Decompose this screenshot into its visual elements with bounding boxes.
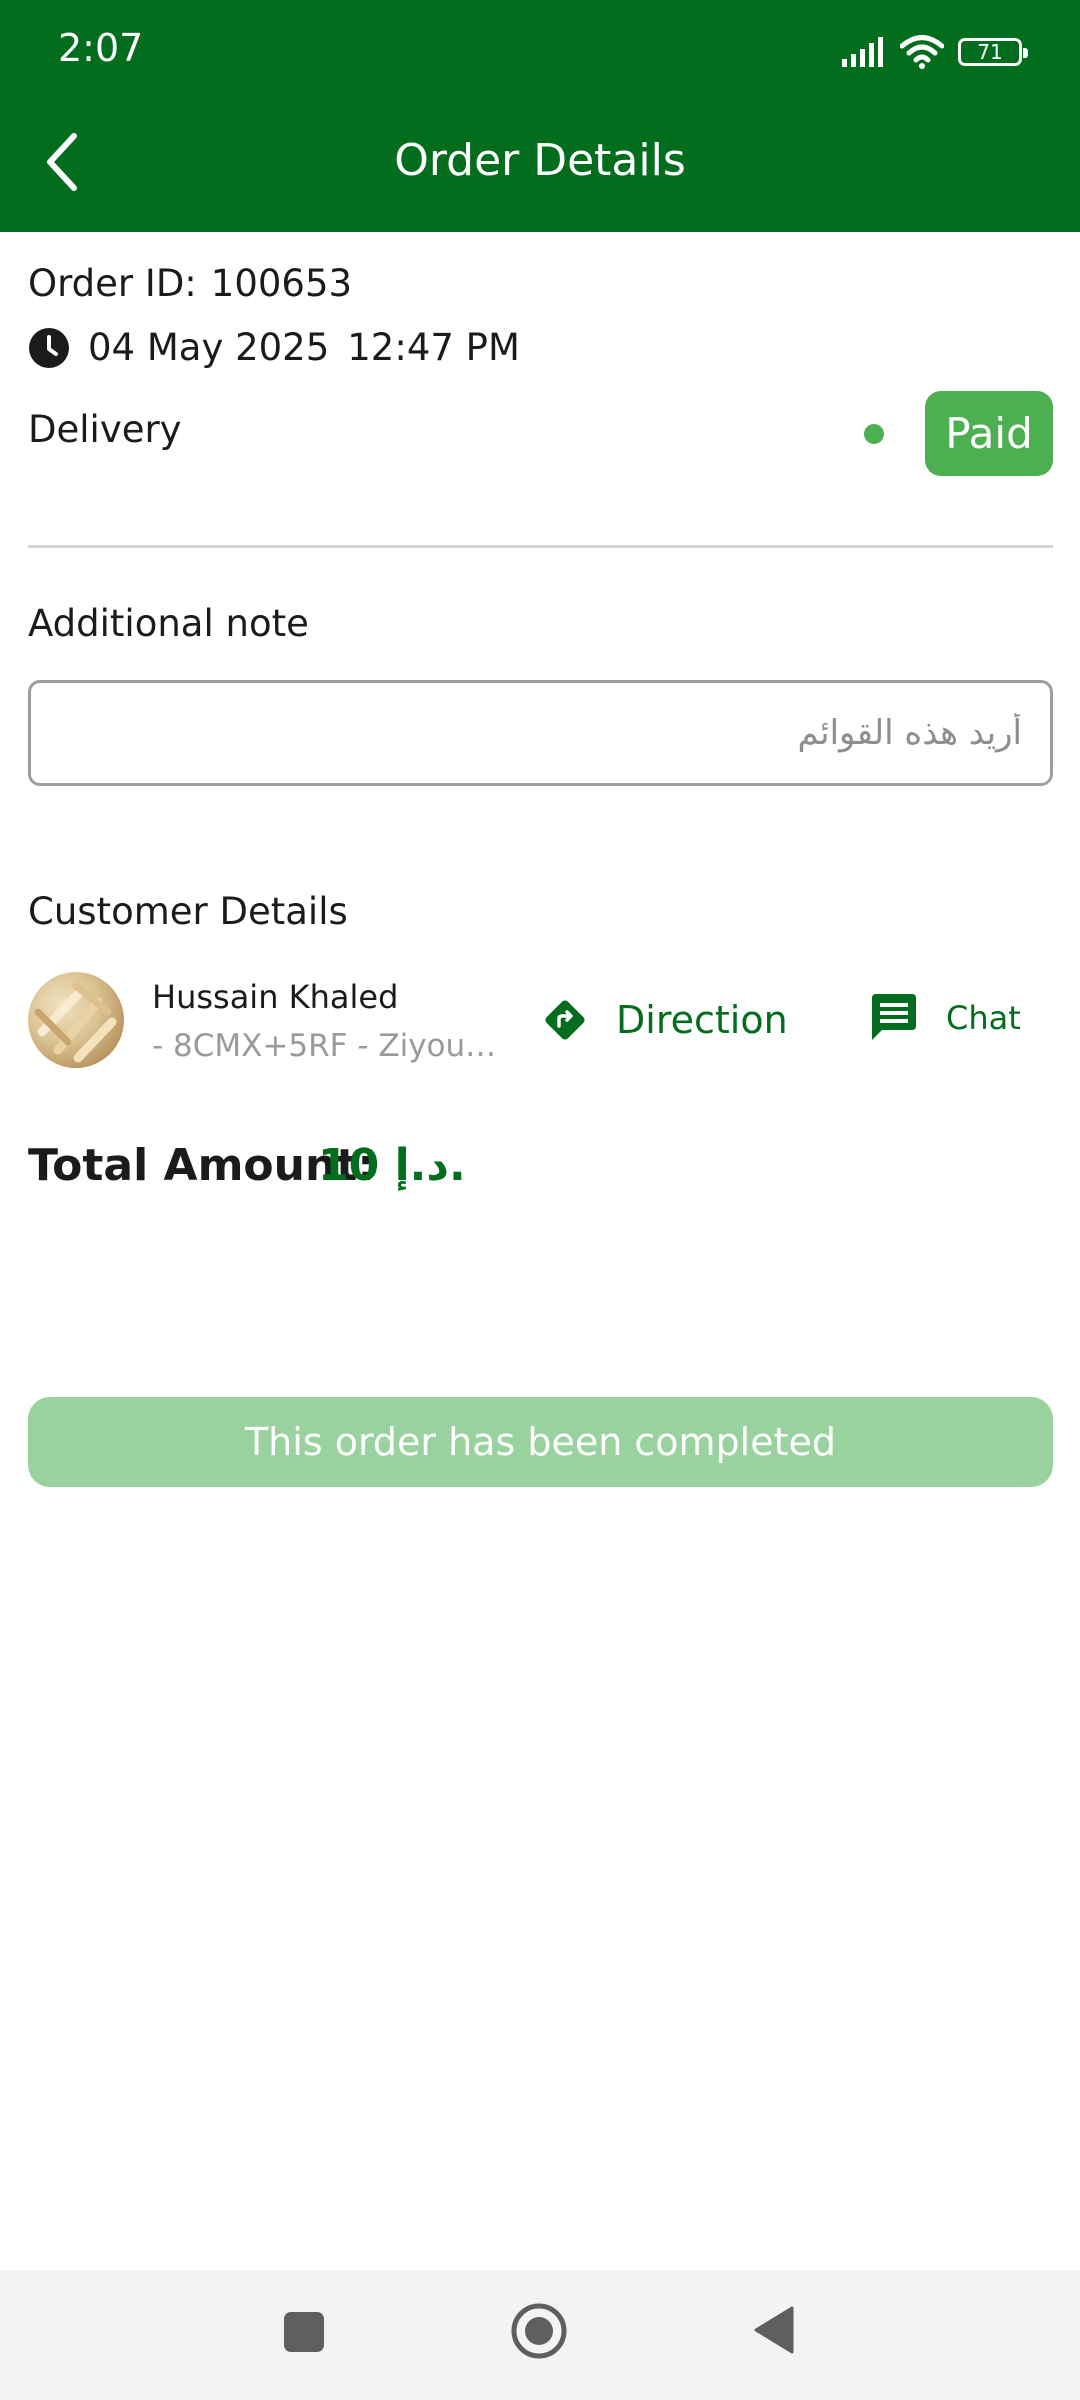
wifi-icon (900, 35, 944, 69)
divider (28, 545, 1053, 548)
page-title: Order Details (394, 135, 686, 186)
direction-label: Direction (616, 998, 788, 1042)
battery-icon: 71 (958, 38, 1028, 66)
home-button[interactable] (510, 2302, 568, 2360)
status-dot (864, 424, 884, 444)
chat-label: Chat (946, 999, 1021, 1037)
additional-note-input[interactable] (28, 680, 1053, 786)
pasta-photo (34, 982, 117, 1063)
order-completed-button[interactable]: This order has been completed (28, 1397, 1053, 1487)
system-back-button[interactable] (754, 2306, 794, 2354)
direction-button[interactable]: Direction (540, 995, 788, 1045)
order-datetime: 04 May 2025 12:47 PM (28, 326, 520, 369)
customer-name: Hussain Khaled (152, 978, 399, 1016)
recents-button[interactable] (284, 2312, 324, 2352)
order-type: Delivery (28, 408, 182, 451)
customer-address: - 8CMX+5RF - Ziyouna... (152, 1028, 512, 1064)
order-id-value: 100653 (210, 262, 353, 305)
chat-icon (872, 994, 916, 1040)
status-icons: 71 (842, 30, 1028, 74)
order-time: 12:47 PM (347, 326, 520, 369)
order-id: Order ID: 100653 (28, 262, 352, 305)
directions-icon (545, 1000, 585, 1040)
status-time: 2:07 (58, 26, 144, 70)
battery-level: 71 (977, 40, 1003, 64)
payment-status-badge: Paid (925, 391, 1053, 476)
clock-icon (29, 327, 69, 368)
chat-button[interactable]: Chat (868, 992, 1021, 1044)
total-amount-value: 10 د.إ. (318, 1140, 466, 1191)
customer-details-label: Customer Details (28, 890, 348, 933)
order-id-label: Order ID: (28, 262, 197, 305)
additional-note-label: Additional note (28, 602, 309, 645)
app-header: 2:07 71 Order Details (0, 0, 1080, 232)
signal-icon (842, 37, 883, 67)
order-date: 04 May 2025 (88, 326, 330, 369)
avatar (28, 972, 124, 1068)
